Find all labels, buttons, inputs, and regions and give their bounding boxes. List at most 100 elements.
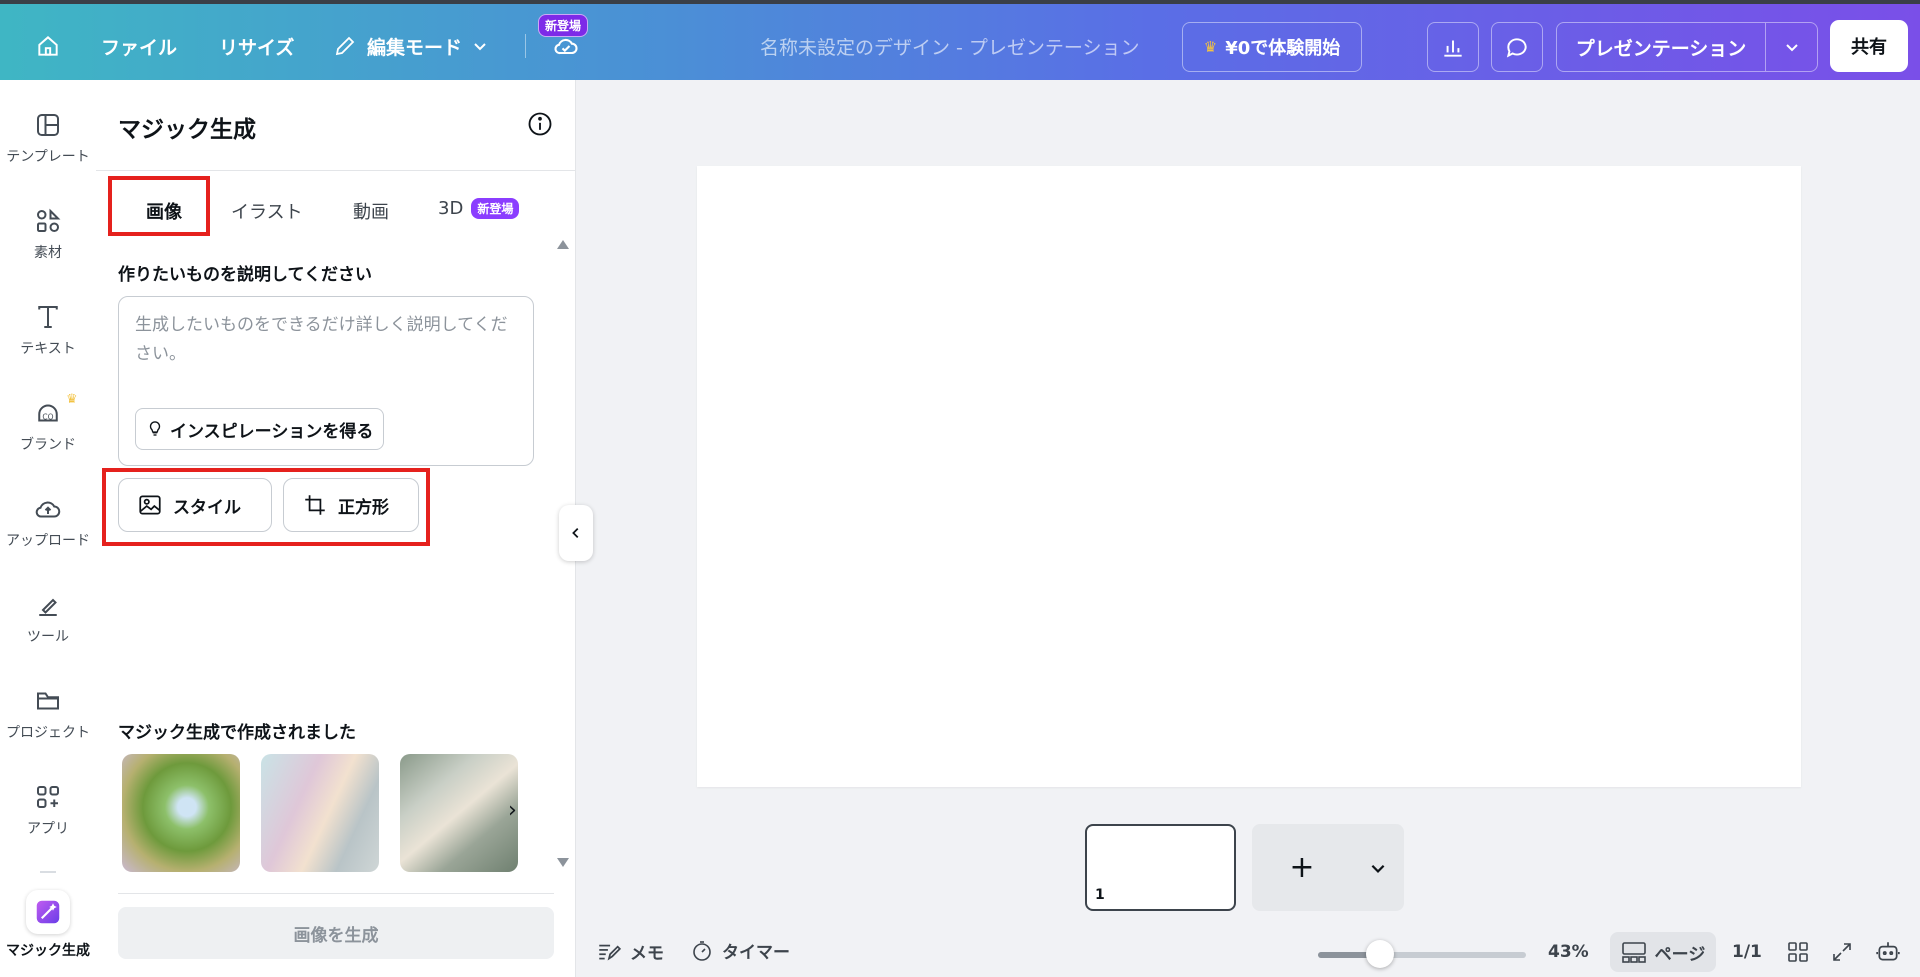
edit-mode-label: 編集モード (367, 36, 463, 59)
edit-mode-menu[interactable]: 編集モード (333, 8, 488, 84)
highlight-box-tab (108, 176, 210, 236)
notes-button[interactable]: メモ (596, 938, 664, 964)
scroll-down-arrow[interactable] (557, 858, 569, 867)
upload-icon (35, 501, 61, 518)
notes-label: メモ (630, 943, 664, 964)
fullscreen-button[interactable] (1828, 938, 1856, 966)
resize-menu[interactable]: リサイズ (219, 8, 294, 84)
collapse-panel-button[interactable] (559, 505, 593, 561)
rail-label: アプリ (27, 821, 69, 837)
rail-item-upload[interactable]: アップロード (0, 494, 96, 578)
insights-button[interactable] (1427, 22, 1479, 72)
zoom-slider-handle[interactable] (1366, 940, 1395, 968)
pages-icon (1621, 942, 1646, 963)
notes-icon (599, 944, 622, 961)
rail-item-apps[interactable]: アプリ (0, 782, 96, 866)
rail-item-tools[interactable]: ツール (0, 590, 96, 674)
page-count: 1/1 (1732, 942, 1762, 962)
chevron-down-icon (1371, 864, 1385, 873)
present-options-button[interactable] (1765, 23, 1817, 71)
generate-button[interactable]: 画像を生成 (118, 907, 554, 959)
rail-label: プロジェクト (6, 725, 90, 741)
chevron-down-icon (1785, 44, 1798, 52)
zoom-slider-track[interactable] (1318, 952, 1526, 958)
timer-label: タイマー (722, 943, 790, 963)
rail-label: ツール (27, 629, 69, 645)
brand-icon: CO (38, 404, 58, 422)
top-toolbar: ファイル リサイズ 編集モード 新登場 名称未設定のデザイン - プレゼンテーシ… (0, 0, 1920, 80)
prompt-label: 作りたいものを説明してください (118, 265, 372, 285)
rail-label: 素材 (34, 245, 62, 261)
side-rail: テンプレート 素材 テキスト ♛ CO ブランド アップロード ツール プロジェ… (0, 80, 96, 977)
page-number: 1 (1095, 887, 1105, 903)
toolbar-divider (525, 34, 526, 58)
rail-item-elements[interactable]: 素材 (0, 206, 96, 290)
document-title[interactable]: 名称未設定のデザイン - プレゼンテーション (760, 8, 1140, 84)
pages-label: ページ (1654, 944, 1706, 965)
gallery-thumbnail[interactable] (261, 754, 379, 872)
lightbulb-icon (149, 421, 161, 436)
highlight-box-options (102, 468, 430, 546)
add-page-options-button[interactable] (1352, 859, 1404, 877)
chevron-down-icon (474, 43, 486, 51)
timer-icon (693, 940, 711, 961)
chevron-right-icon[interactable]: › (508, 798, 517, 823)
gallery-title: マジック生成で作成されました (118, 723, 356, 743)
info-icon (528, 112, 552, 136)
rail-item-projects[interactable]: プロジェクト (0, 686, 96, 770)
gallery-thumbnail[interactable] (122, 754, 240, 872)
comment-button[interactable] (1491, 22, 1543, 72)
elements-icon (37, 208, 61, 232)
crown-icon: ♛ (66, 392, 78, 407)
design-canvas[interactable] (697, 166, 1801, 787)
prompt-input[interactable]: 生成したいものをできるだけ詳しく説明してください。 インスピレーションを得る (118, 296, 534, 466)
new-badge: 新登場 (538, 14, 589, 37)
timer-button[interactable]: タイマー (690, 938, 790, 963)
pages-view-button[interactable]: ページ (1610, 932, 1716, 972)
add-page-button[interactable]: + (1252, 850, 1352, 885)
free-trial-label: ¥0で体験開始 (1225, 38, 1341, 59)
chevron-left-icon (572, 528, 579, 538)
info-button[interactable] (526, 110, 554, 138)
new-badge: 新登場 (471, 198, 520, 219)
panel-title: マジック生成 (118, 117, 256, 143)
rail-label: マジック生成 (6, 943, 90, 959)
tools-icon (39, 598, 57, 616)
comment-icon (1506, 38, 1527, 58)
panel-divider (96, 170, 576, 171)
file-menu[interactable]: ファイル (101, 8, 177, 84)
grid-icon (1788, 942, 1808, 962)
fullscreen-icon (1833, 943, 1851, 961)
panel-divider (118, 893, 554, 894)
page-thumbnail[interactable]: 1 (1085, 824, 1236, 911)
tab-illustration[interactable]: イラスト (231, 198, 303, 224)
bar-chart-icon (1444, 40, 1462, 57)
present-button[interactable]: プレゼンテーション (1556, 22, 1818, 72)
rail-item-brand[interactable]: ♛ CO ブランド (0, 392, 96, 482)
svg-text:CO: CO (42, 412, 53, 421)
zoom-level[interactable]: 43% (1548, 942, 1589, 962)
template-icon (37, 114, 59, 136)
assistant-icon (1876, 942, 1900, 961)
gallery-thumbnail[interactable] (400, 754, 518, 872)
crown-icon: ♛ (1203, 38, 1218, 56)
inspiration-button[interactable]: インスピレーションを得る (135, 408, 385, 450)
rail-label: アップロード (6, 533, 90, 549)
folder-icon (37, 692, 59, 710)
rail-item-magic-generate[interactable]: マジック生成 (0, 890, 96, 960)
tab-3d[interactable]: 3D 新登場 (438, 198, 520, 219)
share-button[interactable]: 共有 (1830, 20, 1908, 72)
grid-view-button[interactable] (1784, 938, 1812, 966)
assistant-button[interactable] (1874, 938, 1902, 966)
add-page-control: + (1252, 824, 1404, 911)
rail-item-template[interactable]: テンプレート (0, 110, 96, 194)
home-button[interactable] (30, 8, 66, 84)
free-trial-button[interactable]: ♛ ¥0で体験開始 (1182, 22, 1362, 72)
tab-3d-label: 3D (438, 198, 464, 219)
home-icon (38, 36, 58, 56)
rail-item-text[interactable]: テキスト (0, 302, 96, 386)
tab-video[interactable]: 動画 (353, 198, 389, 224)
apps-icon (37, 786, 59, 808)
scroll-up-arrow[interactable] (557, 240, 569, 249)
pencil-icon (335, 36, 355, 56)
